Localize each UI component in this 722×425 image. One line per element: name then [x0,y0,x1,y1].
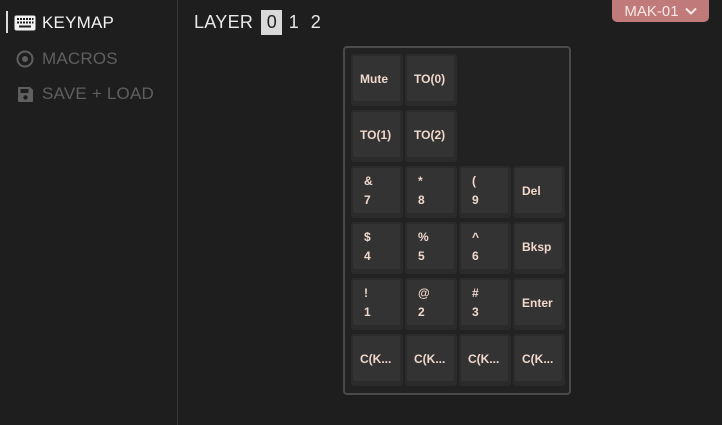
key-label: C(K... [360,351,392,366]
key-shift-label: @ [418,286,430,300]
key-face: C(K... [461,336,508,381]
key-r0-c1[interactable]: TO(0) [405,54,457,106]
sidebar: KEYMAP MACROS SAVE + LOAD [0,0,178,425]
key-label: C(K... [468,351,500,366]
record-icon [14,49,36,69]
key-face: @2 [407,280,454,325]
key-label: Enter [522,295,553,310]
key-label: TO(0) [414,71,446,86]
key-base-label: 9 [472,193,479,207]
key-shift-label: & [364,174,373,188]
device-name: MAK-01 [624,2,679,20]
key-r2-c3[interactable]: Del [513,166,565,218]
key-face: ! 1 [353,280,400,325]
keyboard-layout: Mute TO(0) TO(1) TO(2) & 7 * 8(9 Del $4% 5 ^ 6 Bksp! 1… [343,46,571,395]
key-shift-label: * [418,174,423,188]
key-r3-c1[interactable]: % 5 [405,222,457,274]
key-face: C(K... [407,336,454,381]
key-face: * 8 [407,168,454,213]
key-face: % 5 [407,224,454,269]
key-r1-c0[interactable]: TO(1) [351,110,403,162]
key-r5-c2[interactable]: C(K... [459,334,511,386]
layer-button-1[interactable]: 1 [283,10,304,35]
key-face: TO(0) [407,56,454,101]
layer-button-0[interactable]: 0 [261,10,283,35]
key-face: & 7 [353,168,400,213]
key-base-label: 3 [472,305,479,319]
key-r4-c2[interactable]: #3 [459,278,511,330]
key-label: Bksp [522,239,552,254]
key-shift-label: % [418,230,429,244]
sidebar-item-label: KEYMAP [42,13,115,32]
key-label: Mute [360,71,388,86]
app-root: KEYMAP MACROS SAVE + LOAD LAYER 0 1 2 MA… [0,0,722,425]
key-base-label: 8 [418,193,425,207]
key-r5-c1[interactable]: C(K... [405,334,457,386]
key-face: #3 [461,280,508,325]
key-face: (9 [461,168,508,213]
key-shift-label: ( [472,174,476,188]
sidebar-item-save-load[interactable]: SAVE + LOAD [0,81,170,107]
sidebar-item-label: MACROS [42,49,118,68]
key-r1-c1[interactable]: TO(2) [405,110,457,162]
key-face: TO(2) [407,112,454,157]
key-shift-label: ^ [472,230,480,244]
key-face: C(K... [353,336,400,381]
key-face: Del [515,168,562,213]
device-select-button[interactable]: MAK-01 [612,0,709,22]
keyboard-icon [14,13,36,33]
key-label: Del [522,183,541,198]
key-r2-c0[interactable]: & 7 [351,166,403,218]
key-base-label: 2 [418,305,425,319]
key-r4-c0[interactable]: ! 1 [351,278,403,330]
key-base-label: 5 [418,249,425,263]
sidebar-item-macros[interactable]: MACROS [0,46,170,72]
key-r0-c0[interactable]: Mute [351,54,403,106]
layer-button-2[interactable]: 2 [305,10,326,35]
key-base-label: 7 [364,193,371,207]
key-face: Mute [353,56,400,101]
key-base-label: 6 [472,249,479,263]
key-r4-c3[interactable]: Enter [513,278,565,330]
chevron-down-icon [684,5,697,17]
layer-label: LAYER [194,12,254,32]
key-r3-c0[interactable]: $4 [351,222,403,274]
key-shift-label: # [472,286,479,300]
sidebar-item-keymap[interactable]: KEYMAP [0,10,170,36]
key-label: C(K... [522,351,554,366]
key-face: Enter [515,280,562,325]
key-label: C(K... [414,351,446,366]
key-r5-c0[interactable]: C(K... [351,334,403,386]
key-base-label: 1 [364,305,371,319]
key-shift-label: $ [364,230,371,244]
key-r2-c2[interactable]: (9 [459,166,511,218]
key-label: TO(2) [414,127,446,142]
key-label: TO(1) [360,127,392,142]
key-r4-c1[interactable]: @2 [405,278,457,330]
floppy-disk-icon [14,84,36,104]
key-r5-c3[interactable]: C(K... [513,334,565,386]
key-face: TO(1) [353,112,400,157]
key-r3-c2[interactable]: ^ 6 [459,222,511,274]
key-r3-c3[interactable]: Bksp [513,222,565,274]
key-face: $4 [353,224,400,269]
key-face: Bksp [515,224,562,269]
key-face: ^ 6 [461,224,508,269]
key-r2-c1[interactable]: * 8 [405,166,457,218]
layer-selector: LAYER 0 1 2 [194,10,327,35]
key-shift-label: ! [364,286,368,300]
key-base-label: 4 [364,249,371,263]
key-face: C(K... [515,336,562,381]
sidebar-item-label: SAVE + LOAD [42,84,154,103]
